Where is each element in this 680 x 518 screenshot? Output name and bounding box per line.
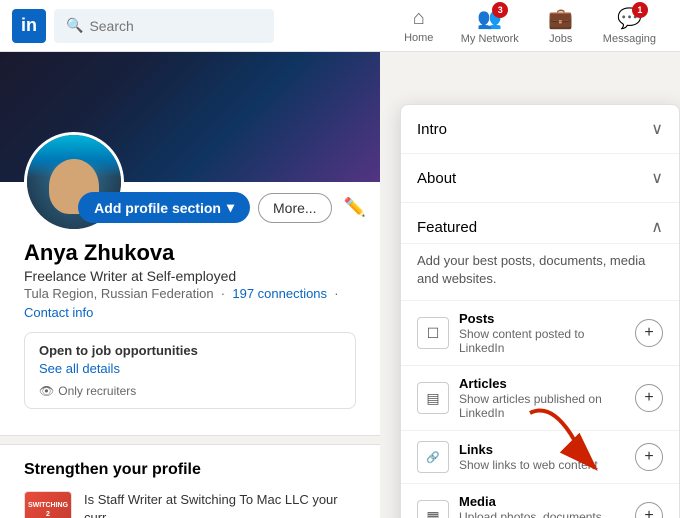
profile-name: Anya Zhukova [24,240,356,266]
add-profile-label: Add profile section [94,200,221,216]
media-add-button[interactable]: + [635,502,663,518]
jobs-icon: 💼 [548,6,573,31]
add-profile-section-button[interactable]: Add profile section ▾ [78,192,250,223]
nav-item-network[interactable]: 👥 3 My Network [449,0,531,53]
open-to-title: Open to job opportunities [39,343,341,358]
open-to-box: Open to job opportunities See all detail… [24,332,356,409]
nav-label-messaging: Messaging [603,33,656,45]
articles-icon: ▤ [417,382,449,414]
search-box[interactable]: 🔍 [54,9,274,43]
links-name: Links [459,442,625,457]
articles-text: Articles Show articles published on Link… [459,376,625,420]
eye-icon: 👁 [39,384,54,398]
company-logo: SWITCHING2MAC [24,491,72,518]
nav-item-jobs[interactable]: 💼 Jobs [531,0,591,53]
more-button[interactable]: More... [258,193,332,223]
about-row[interactable]: About ∨ [401,154,679,203]
strengthen-text: Is Staff Writer at Switching To Mac LLC … [84,491,356,518]
linkedin-logo[interactable]: in [12,9,46,43]
links-icon: 🔗 [417,441,449,473]
nav-label-jobs: Jobs [549,33,572,45]
posts-name: Posts [459,311,625,326]
page-layout: Add profile section ▾ More... ✏️ Anya Zh… [0,52,680,518]
dropdown-panel: Intro ∨ About ∨ Featured ∧ Add your best… [400,104,680,518]
articles-name: Articles [459,376,625,391]
navbar: in 🔍 ⌂ Home 👥 3 My Network 💼 Jobs 💬 1 Me… [0,0,680,52]
messaging-icon: 💬 1 [617,6,642,31]
profile-section: Add profile section ▾ More... ✏️ Anya Zh… [0,182,380,436]
links-text: Links Show links to web content [459,442,625,472]
links-add-button[interactable]: + [635,443,663,471]
featured-label: Featured [417,219,477,236]
strengthen-item[interactable]: SWITCHING2MAC Is Staff Writer at Switchi… [24,491,356,518]
search-input[interactable] [89,18,249,34]
posts-desc: Show content posted to LinkedIn [459,327,625,355]
nav-item-messaging[interactable]: 💬 1 Messaging [591,0,668,53]
home-icon: ⌂ [413,7,425,30]
search-icon: 🔍 [66,17,83,34]
profile-actions: Add profile section ▾ More... ✏️ [78,192,370,223]
nav-label-home: Home [404,32,433,44]
media-name: Media [459,494,625,509]
feature-item-links[interactable]: 🔗 Links Show links to web content + [401,431,679,484]
edit-profile-button[interactable]: ✏️ [340,193,370,222]
posts-icon: ☐ [417,317,449,349]
profile-location: Tula Region, Russian Federation · 197 co… [24,286,356,301]
intro-chevron-icon: ∨ [651,119,663,139]
left-column: Add profile section ▾ More... ✏️ Anya Zh… [0,52,380,518]
intro-row[interactable]: Intro ∨ [401,105,679,154]
media-icon: ▦ [417,500,449,518]
about-chevron-icon: ∨ [651,168,663,188]
feature-item-posts[interactable]: ☐ Posts Show content posted to LinkedIn … [401,301,679,366]
nav-items: ⌂ Home 👥 3 My Network 💼 Jobs 💬 1 Messagi… [389,0,668,53]
see-details-link[interactable]: See all details [39,361,120,376]
media-text: Media Upload photos, documents, and pres… [459,494,625,518]
media-desc: Upload photos, documents, and presentati… [459,510,625,518]
featured-description: Add your best posts, documents, media an… [401,244,679,301]
strengthen-section: Strengthen your profile SWITCHING2MAC Is… [0,444,380,518]
network-icon: 👥 3 [477,6,502,31]
about-label: About [417,170,456,187]
links-desc: Show links to web content [459,458,625,472]
right-column: Intro ∨ About ∨ Featured ∧ Add your best… [380,52,680,518]
articles-desc: Show articles published on LinkedIn [459,392,625,420]
recruiters-line: 👁 Only recruiters [39,384,341,398]
posts-text: Posts Show content posted to LinkedIn [459,311,625,355]
dropdown-chevron-icon: ▾ [227,199,234,216]
location-text: Tula Region, Russian Federation [24,286,214,301]
contact-info-link[interactable]: Contact info [24,305,356,320]
feature-item-articles[interactable]: ▤ Articles Show articles published on Li… [401,366,679,431]
profile-title: Freelance Writer at Self-employed [24,268,356,284]
strengthen-title: Strengthen your profile [24,461,356,479]
logo-inner: SWITCHING2MAC [25,492,71,518]
feature-item-media[interactable]: ▦ Media Upload photos, documents, and pr… [401,484,679,518]
featured-header[interactable]: Featured ∧ [401,203,679,244]
logo-text: SWITCHING2MAC [28,502,68,518]
intro-label: Intro [417,121,447,138]
nav-item-home[interactable]: ⌂ Home [389,0,449,52]
connections-link[interactable]: 197 connections [232,286,327,301]
posts-add-button[interactable]: + [635,319,663,347]
articles-add-button[interactable]: + [635,384,663,412]
nav-label-network: My Network [461,33,519,45]
network-badge: 3 [492,2,508,18]
featured-chevron-icon: ∧ [651,217,663,237]
recruiters-text: Only recruiters [58,384,136,398]
strengthen-content: Is Staff Writer at Switching To Mac LLC … [84,491,356,518]
messaging-badge: 1 [632,2,648,18]
